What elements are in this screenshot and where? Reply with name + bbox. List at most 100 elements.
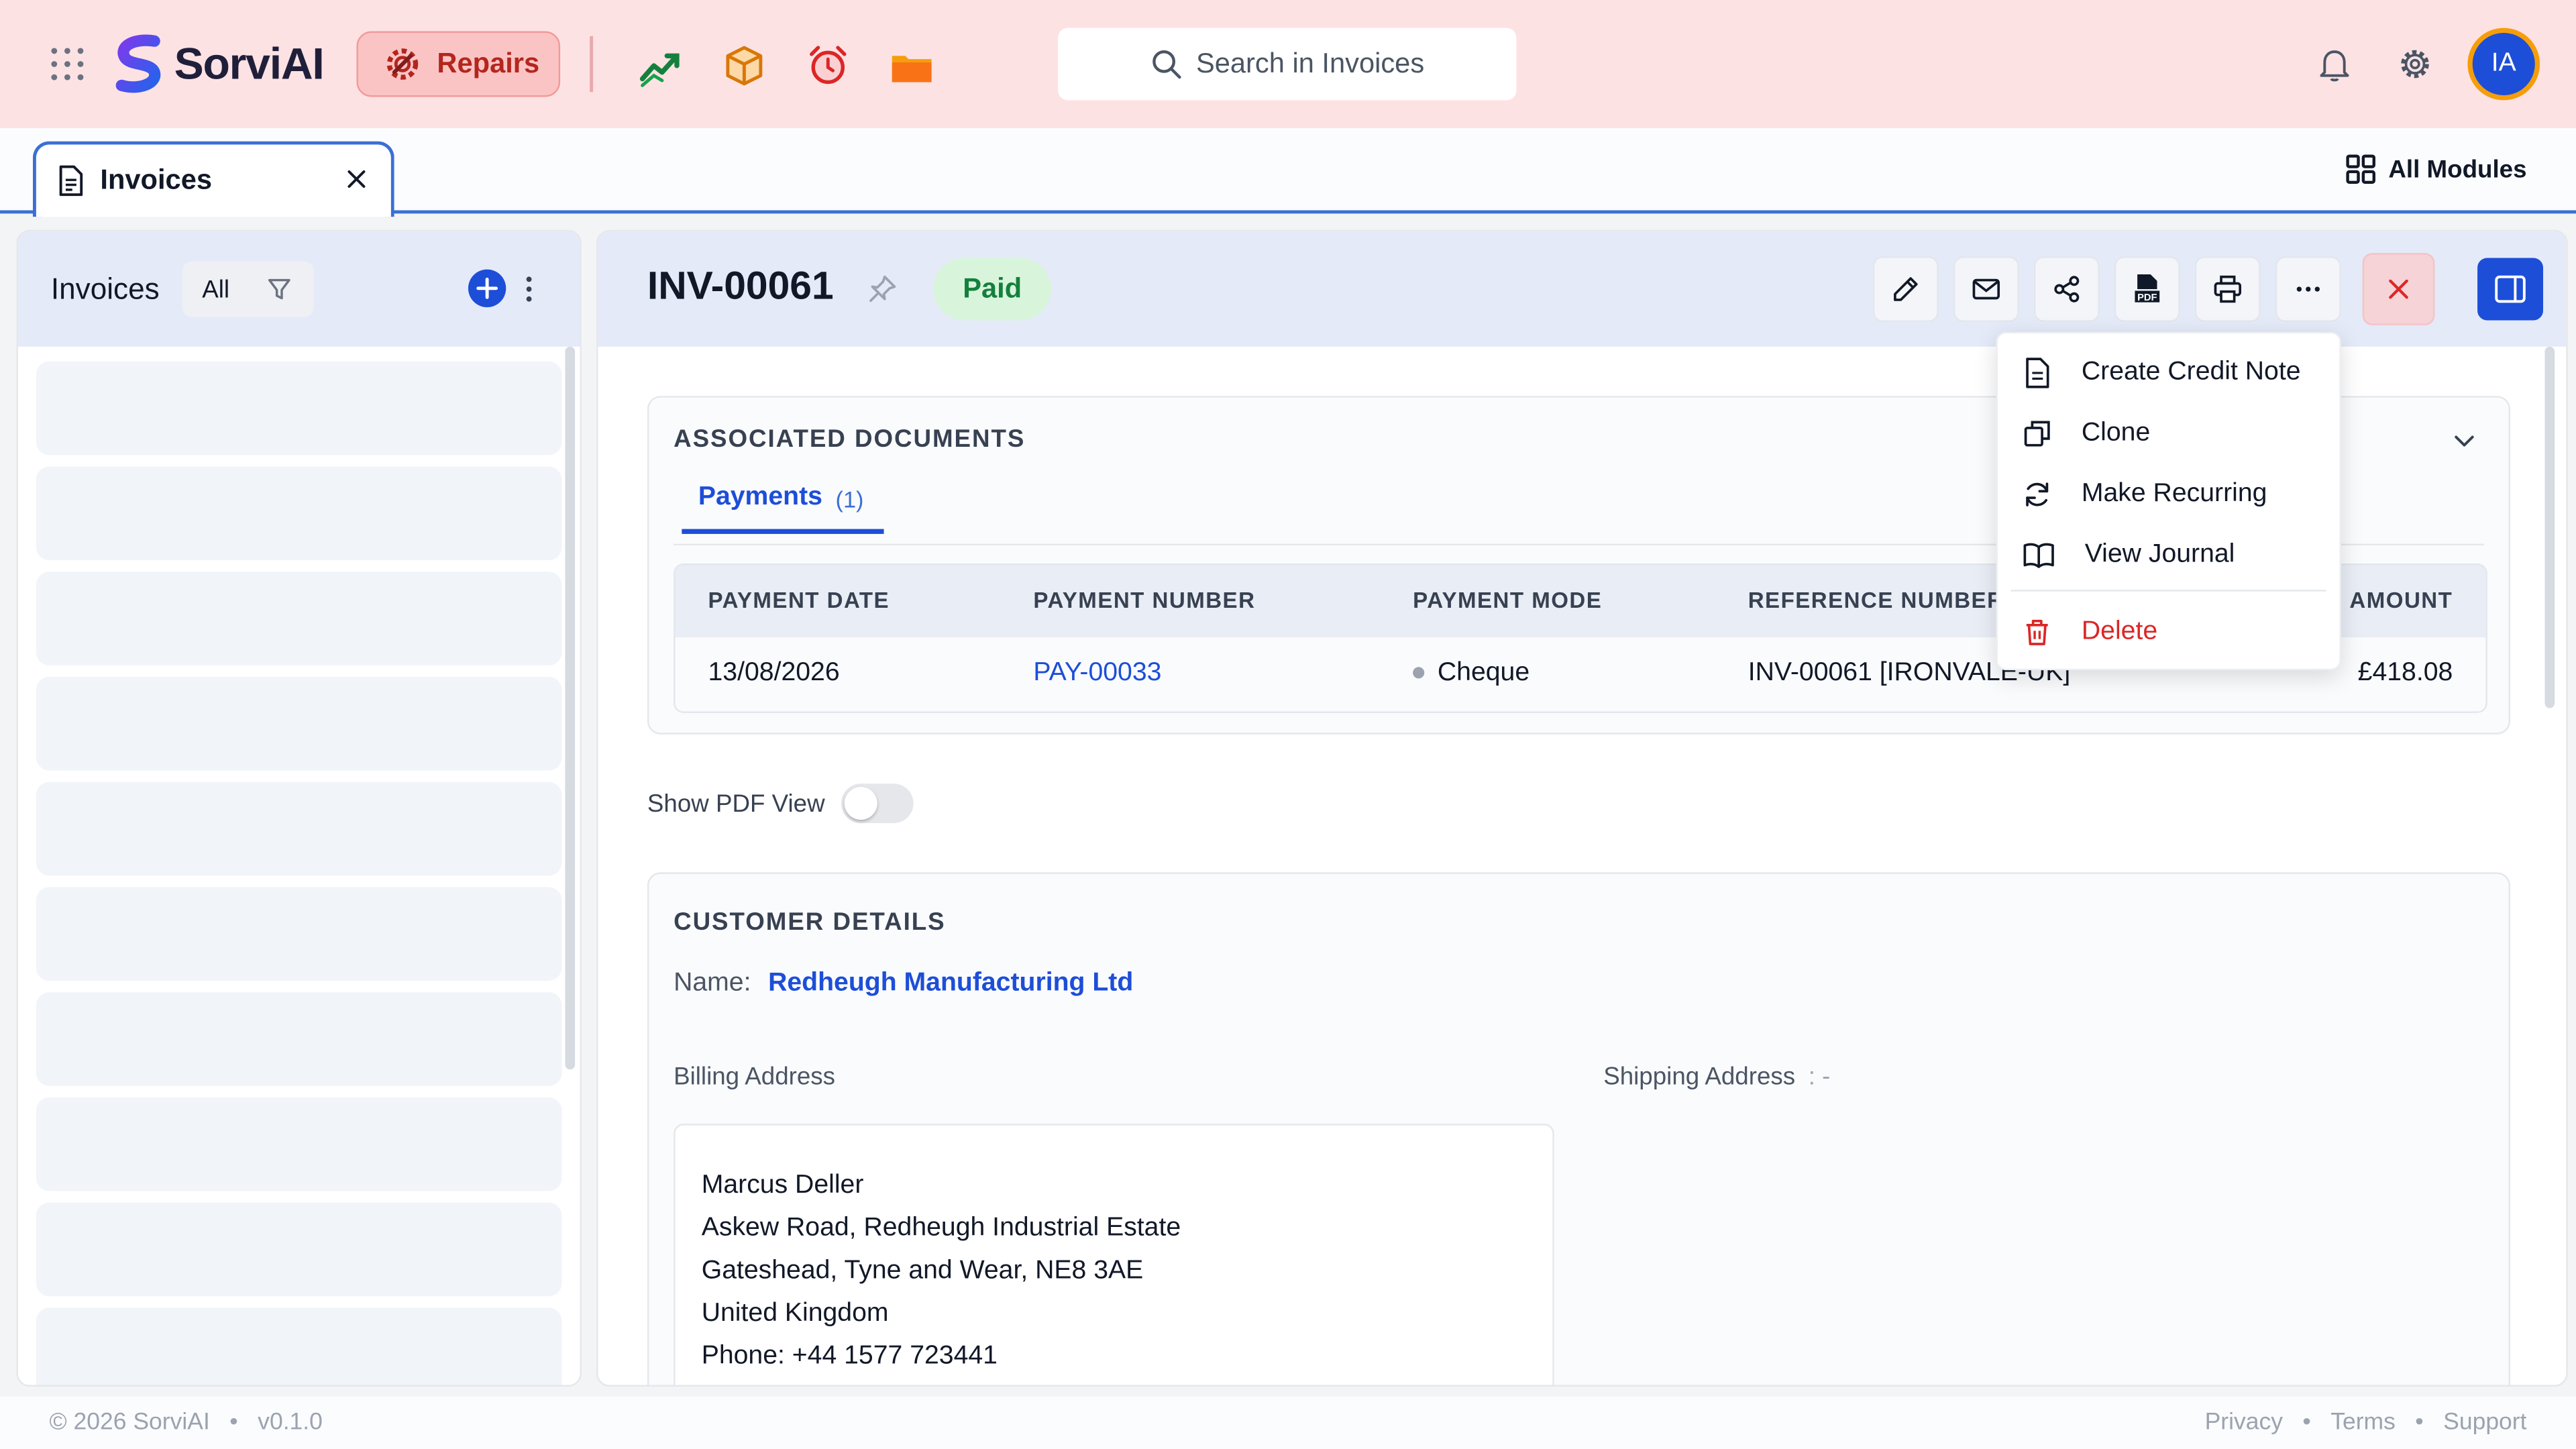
chevron-down-icon[interactable]	[2449, 425, 2479, 455]
list-item-placeholder	[36, 572, 562, 665]
tab-payments-label: Payments	[698, 483, 822, 511]
col-payment-number: PAYMENT NUMBER	[1033, 588, 1256, 613]
footer-dot: •	[229, 1409, 238, 1436]
menu-item-make-recurring[interactable]: Make Recurring	[1998, 464, 2343, 525]
sidebar-panel-icon	[2495, 275, 2526, 303]
shipping-label-text: Shipping Address	[1603, 1063, 1796, 1091]
list-item-placeholder	[36, 676, 562, 771]
edit-button[interactable]	[1872, 256, 1939, 322]
list-scrollbar[interactable]	[565, 346, 576, 1070]
top-bar: SorviAI Repairs Search in Invoices IA	[0, 0, 2576, 129]
menu-item-view-journal[interactable]: View Journal	[1998, 524, 2343, 585]
detail-header: INV-00061 Paid PDF	[598, 231, 2567, 347]
payment-mode-value: Cheque	[1437, 659, 1530, 687]
all-modules-button[interactable]: All Modules	[2345, 154, 2527, 184]
topbar-divider	[590, 36, 594, 93]
gear-wrench-icon	[386, 48, 419, 80]
footer-links: Privacy • Terms • Support	[2205, 1409, 2527, 1436]
document-icon	[2026, 357, 2049, 388]
chart-trend-icon[interactable]	[637, 43, 684, 89]
pin-icon[interactable]	[866, 273, 899, 306]
shipping-address-value: : -	[1808, 1063, 1831, 1091]
more-actions-button[interactable]	[2275, 256, 2341, 322]
grid-icon	[2345, 154, 2375, 184]
list-item-placeholder	[36, 782, 562, 876]
bell-icon[interactable]	[2316, 46, 2353, 83]
detail-scrollbar[interactable]	[2544, 346, 2555, 708]
name-label: Name:	[674, 969, 751, 998]
package-icon[interactable]	[721, 43, 767, 89]
tab-label: Invoices	[100, 164, 213, 196]
list-filter-dropdown[interactable]: All	[182, 261, 314, 317]
module-repairs-button[interactable]: Repairs	[356, 31, 561, 97]
close-detail-button[interactable]	[2362, 253, 2435, 325]
mail-icon	[1972, 278, 2000, 300]
app-root: SorviAI Repairs Search in Invoices IA In…	[0, 0, 2576, 1449]
footer: © 2026 SorviAI • v0.1.0 Privacy • Terms …	[0, 1396, 2576, 1449]
menu-item-label: Create Credit Note	[2081, 357, 2301, 386]
customer-name-row: Name: Redheugh Manufacturing Ltd	[674, 969, 1133, 999]
toggle-knob	[845, 787, 878, 820]
menu-item-create-credit-note[interactable]: Create Credit Note	[1998, 341, 2343, 402]
address-line: Marcus Deller	[701, 1171, 864, 1199]
menu-item-clone[interactable]: Clone	[1998, 402, 2343, 464]
search-placeholder: Search in Invoices	[1195, 48, 1425, 79]
tab-invoices[interactable]: Invoices	[32, 141, 394, 217]
support-link[interactable]: Support	[2443, 1409, 2526, 1436]
tab-strip: Invoices All Modules	[0, 128, 2576, 217]
menu-item-label: Make Recurring	[2081, 478, 2267, 507]
list-item-placeholder	[36, 361, 562, 455]
filter-label: All	[202, 275, 230, 303]
list-item-placeholder	[36, 887, 562, 981]
tab-payments-count: (1)	[835, 486, 864, 513]
refresh-icon	[2026, 482, 2049, 506]
menu-item-label: View Journal	[2084, 539, 2235, 568]
list-header: Invoices All	[17, 231, 580, 347]
alarm-clock-icon[interactable]	[805, 43, 851, 89]
billing-address-label: Billing Address	[674, 1063, 836, 1091]
copyright: © 2026 SorviAI	[49, 1409, 210, 1436]
status-badge: Paid	[933, 258, 1052, 321]
brand-logo[interactable]: SorviAI	[112, 33, 325, 95]
pdf-view-toggle[interactable]	[841, 784, 914, 823]
app-launcher-icon[interactable]	[49, 46, 85, 83]
tab-payments[interactable]: Payments (1)	[682, 483, 884, 534]
search-input[interactable]: Search in Invoices	[1058, 28, 1517, 101]
print-button[interactable]	[2194, 256, 2261, 322]
toggle-sidebar-button[interactable]	[2477, 258, 2544, 321]
customer-details-card: CUSTOMER DETAILS Name: Redheugh Manufact…	[647, 872, 2511, 1385]
pencil-icon	[1894, 277, 1918, 301]
section-title: CUSTOMER DETAILS	[674, 908, 946, 936]
payment-date: 13/08/2026	[708, 659, 840, 687]
pdf-button[interactable]: PDF	[2114, 256, 2180, 322]
svg-text:PDF: PDF	[2137, 292, 2157, 303]
email-button[interactable]	[1953, 256, 2019, 322]
trash-icon	[2026, 619, 2048, 645]
close-icon[interactable]	[341, 164, 371, 194]
mode-dot-icon	[1413, 667, 1425, 680]
gear-icon[interactable]	[2397, 46, 2433, 83]
payment-mode: Cheque	[1413, 659, 1529, 688]
terms-link[interactable]: Terms	[2330, 1409, 2396, 1436]
address-line: Phone: +44 1577 723441	[701, 1342, 998, 1371]
folder-icon[interactable]	[889, 43, 935, 89]
customer-name-link[interactable]: Redheugh Manufacturing Ltd	[768, 969, 1133, 998]
shipping-address-label: Shipping Address : -	[1603, 1063, 1830, 1091]
search-icon	[1152, 50, 1181, 79]
privacy-link[interactable]: Privacy	[2205, 1409, 2283, 1436]
add-invoice-button[interactable]	[468, 269, 506, 307]
kebab-menu-icon[interactable]	[517, 273, 540, 306]
invoice-number: INV-00061	[647, 264, 834, 309]
plus-icon	[476, 277, 498, 299]
avatar[interactable]: IA	[2467, 28, 2540, 101]
menu-item-delete[interactable]: Delete	[1998, 601, 2343, 662]
col-amount: AMOUNT	[2349, 588, 2453, 613]
pdf-icon: PDF	[2135, 274, 2160, 303]
list-item-placeholder	[36, 1307, 562, 1385]
menu-item-label: Delete	[2081, 616, 2158, 645]
logo-mark-icon	[115, 34, 161, 93]
payment-number-link[interactable]: PAY-00033	[1033, 659, 1161, 688]
module-label: Repairs	[437, 48, 540, 79]
share-button[interactable]	[2033, 256, 2100, 322]
invoice-list-panel: Invoices All	[16, 229, 582, 1387]
